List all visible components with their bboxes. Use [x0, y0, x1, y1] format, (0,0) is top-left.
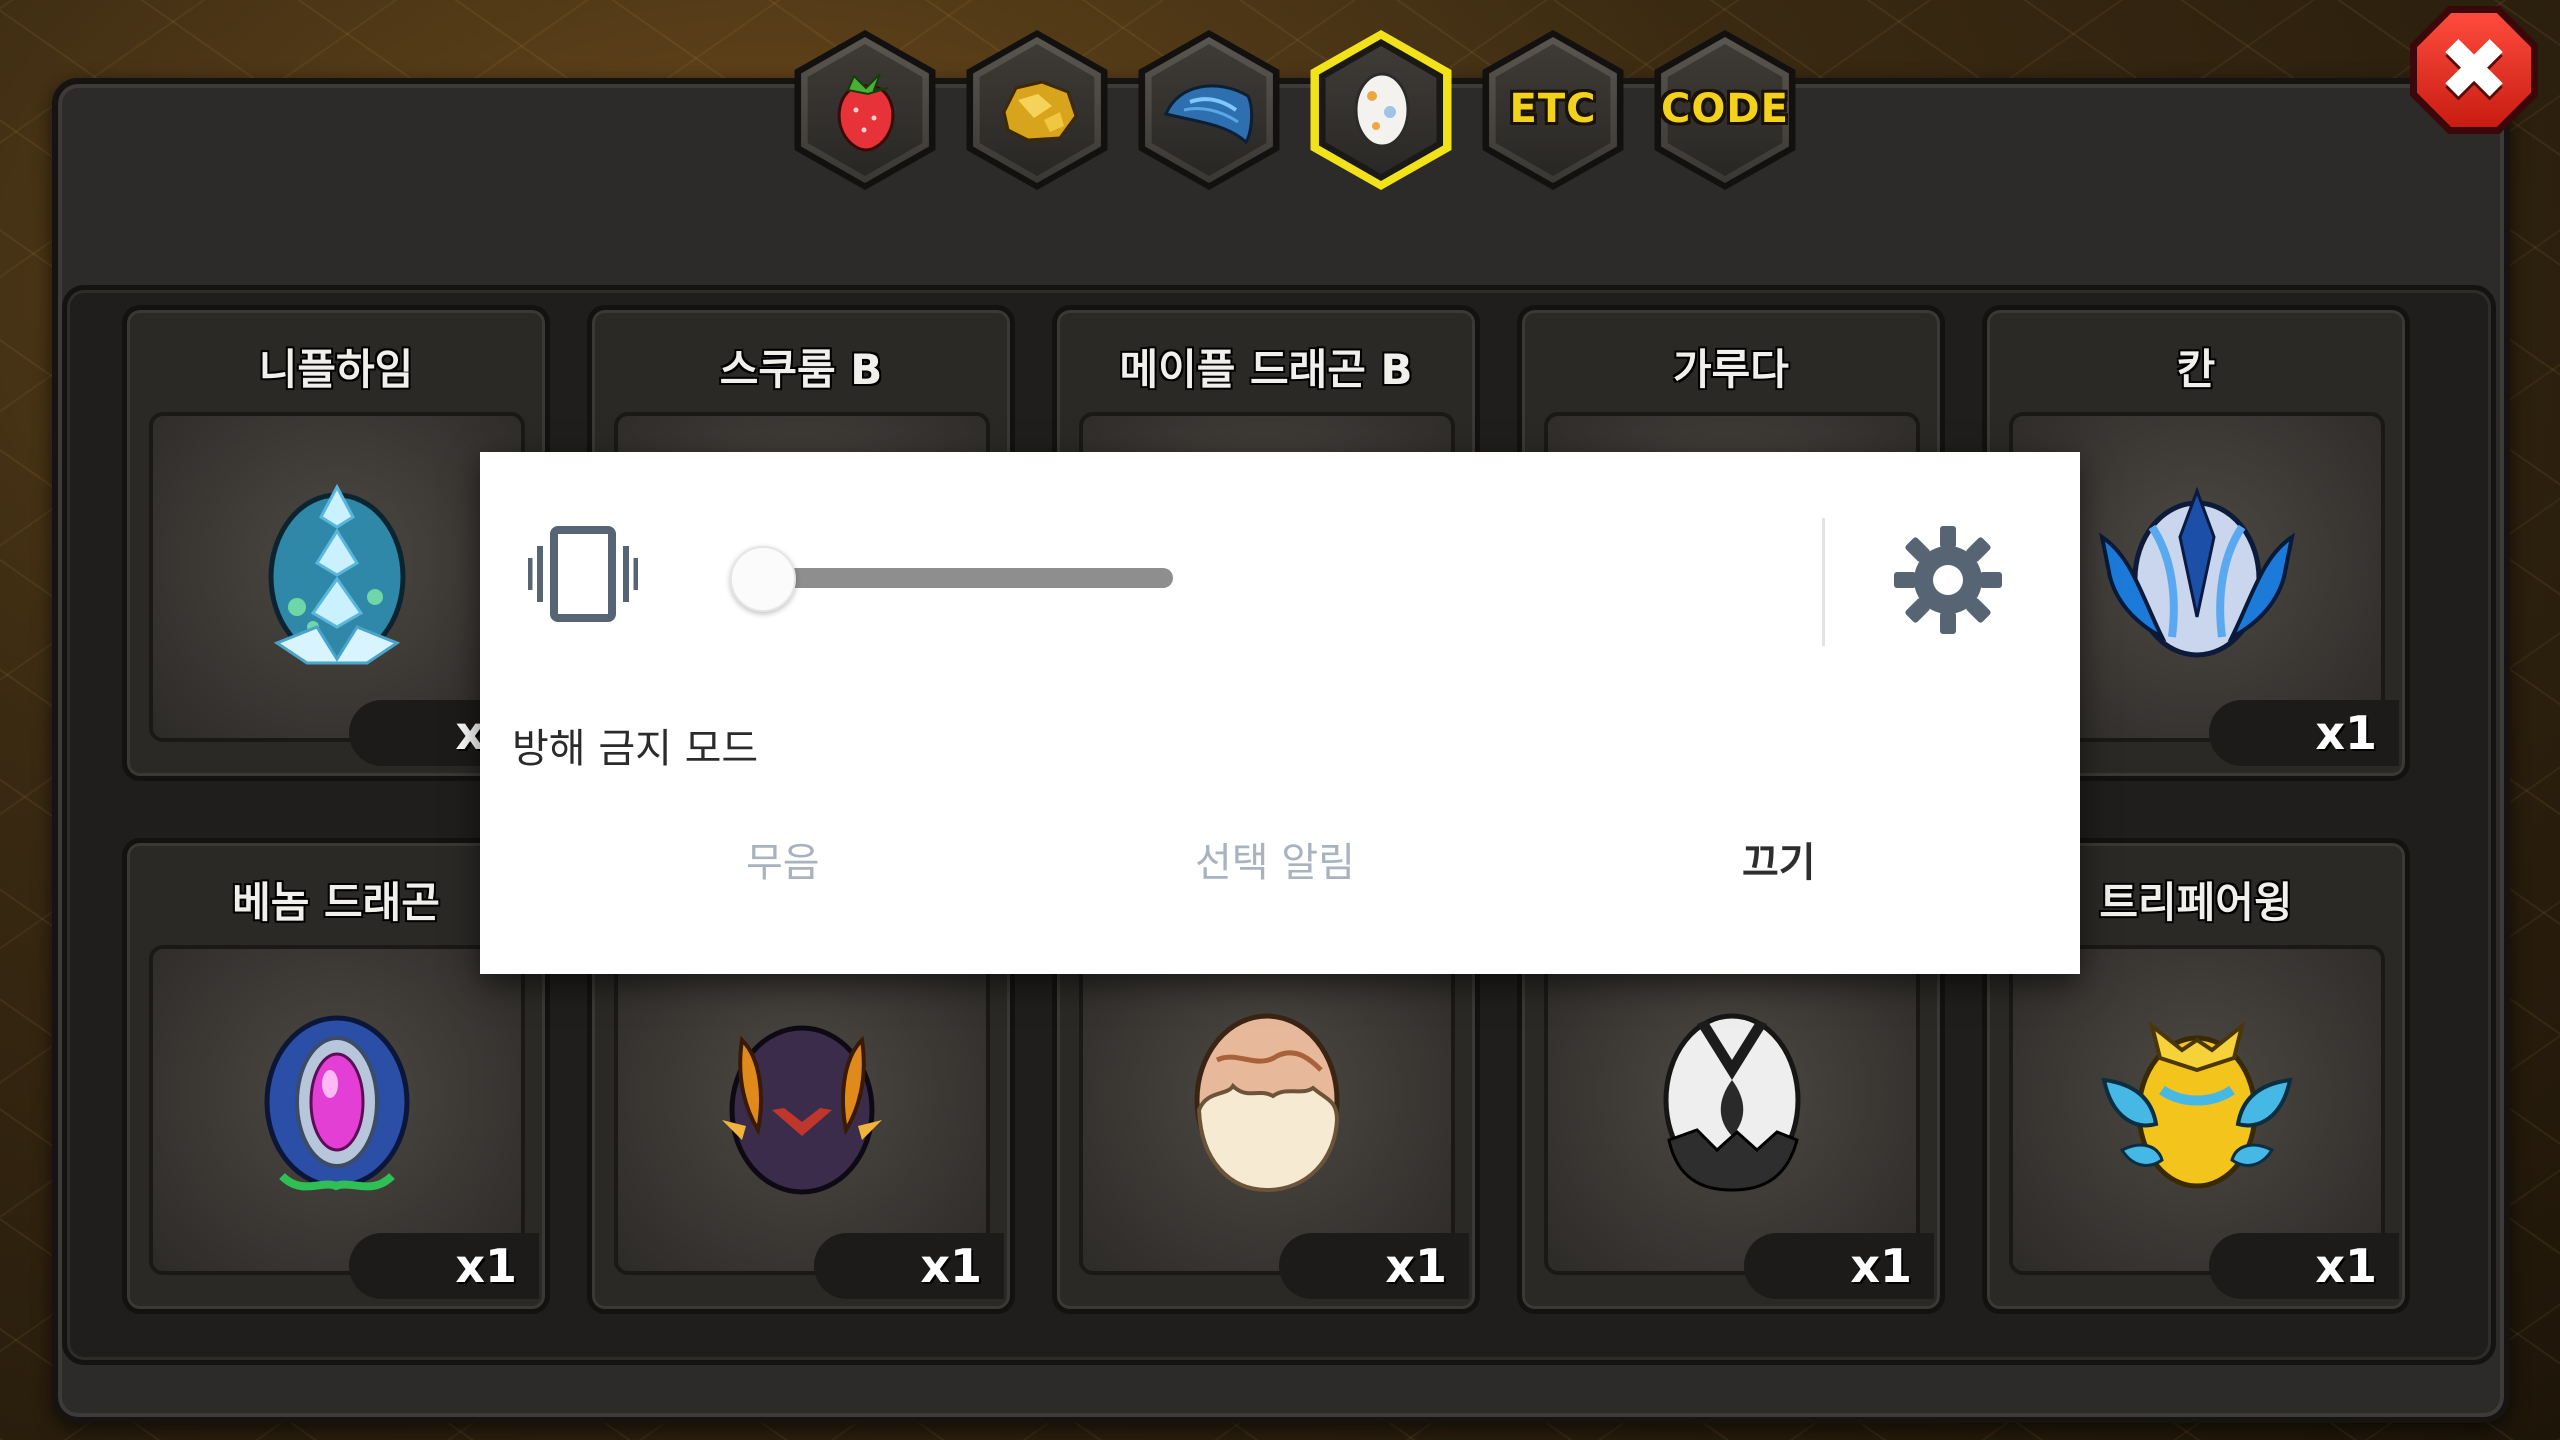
- golden-winged-egg-icon: [2101, 1020, 2293, 1189]
- egg-name: 메이플 드래곤 B: [1119, 345, 1413, 394]
- egg-count: x1: [349, 1233, 539, 1299]
- tab-code[interactable]: CODE: [1650, 30, 1800, 190]
- inventory-tabs: ETC CODE: [790, 20, 1820, 190]
- egg-slot: [149, 945, 525, 1275]
- gold-nugget-icon: [1002, 80, 1078, 142]
- strawberry-icon: [837, 73, 895, 152]
- dnd-option-off[interactable]: 끄기: [1742, 830, 1816, 888]
- egg-count: x1: [2209, 700, 2399, 766]
- divider: [1822, 518, 1825, 646]
- egg-name: 칸: [2176, 345, 2216, 394]
- tab-fruit[interactable]: [790, 30, 940, 190]
- close-icon: ✖: [2437, 20, 2511, 120]
- close-button[interactable]: ✖: [2410, 6, 2538, 134]
- egg-name: 스쿠룸 B: [719, 345, 883, 394]
- blue-winged-egg-icon: [2099, 486, 2295, 658]
- dark-horned-egg-icon: [722, 1025, 882, 1195]
- volume-slider-track-extension: [770, 568, 1170, 588]
- tab-scale[interactable]: [1134, 30, 1284, 190]
- egg-slot: [1544, 945, 1920, 1275]
- gear-icon[interactable]: [1892, 524, 2004, 636]
- furry-cream-egg-icon: [1194, 1013, 1340, 1193]
- egg-icon: [1354, 72, 1410, 148]
- dnd-option-silent[interactable]: 무음: [746, 830, 820, 888]
- vibrate-icon[interactable]: [528, 524, 638, 624]
- egg-name: 가루다: [1673, 345, 1789, 394]
- egg-slot: [149, 412, 525, 742]
- egg-count: x1: [1744, 1233, 1934, 1299]
- egg-count: x1: [814, 1233, 1004, 1299]
- egg-slot: [614, 945, 990, 1275]
- dnd-title: 방해 금지 모드: [512, 726, 759, 772]
- ice-crystal-egg-icon: [268, 483, 406, 665]
- white-black-cracked-egg-icon: [1663, 1013, 1801, 1192]
- tab-code-label: CODE: [1661, 86, 1789, 132]
- egg-slot: [1079, 945, 1455, 1275]
- tab-etc[interactable]: ETC: [1478, 30, 1628, 190]
- tab-etc-label: ETC: [1509, 86, 1597, 132]
- egg-slot: [2009, 945, 2385, 1275]
- venom-gem-egg-icon: [264, 1015, 410, 1191]
- dnd-option-priority[interactable]: 선택 알림: [1195, 830, 1355, 888]
- egg-count: x1: [2209, 1233, 2399, 1299]
- egg-name: 니플하임: [258, 345, 414, 394]
- dragon-scale-icon: [1163, 84, 1254, 145]
- egg-count: x1: [1279, 1233, 1469, 1299]
- tab-nugget[interactable]: [962, 30, 1112, 190]
- do-not-disturb-dialog: 방해 금지 모드 무음 선택 알림 끄기: [480, 452, 2080, 974]
- volume-slider-thumb[interactable]: [730, 546, 796, 612]
- tab-egg[interactable]: [1306, 30, 1456, 190]
